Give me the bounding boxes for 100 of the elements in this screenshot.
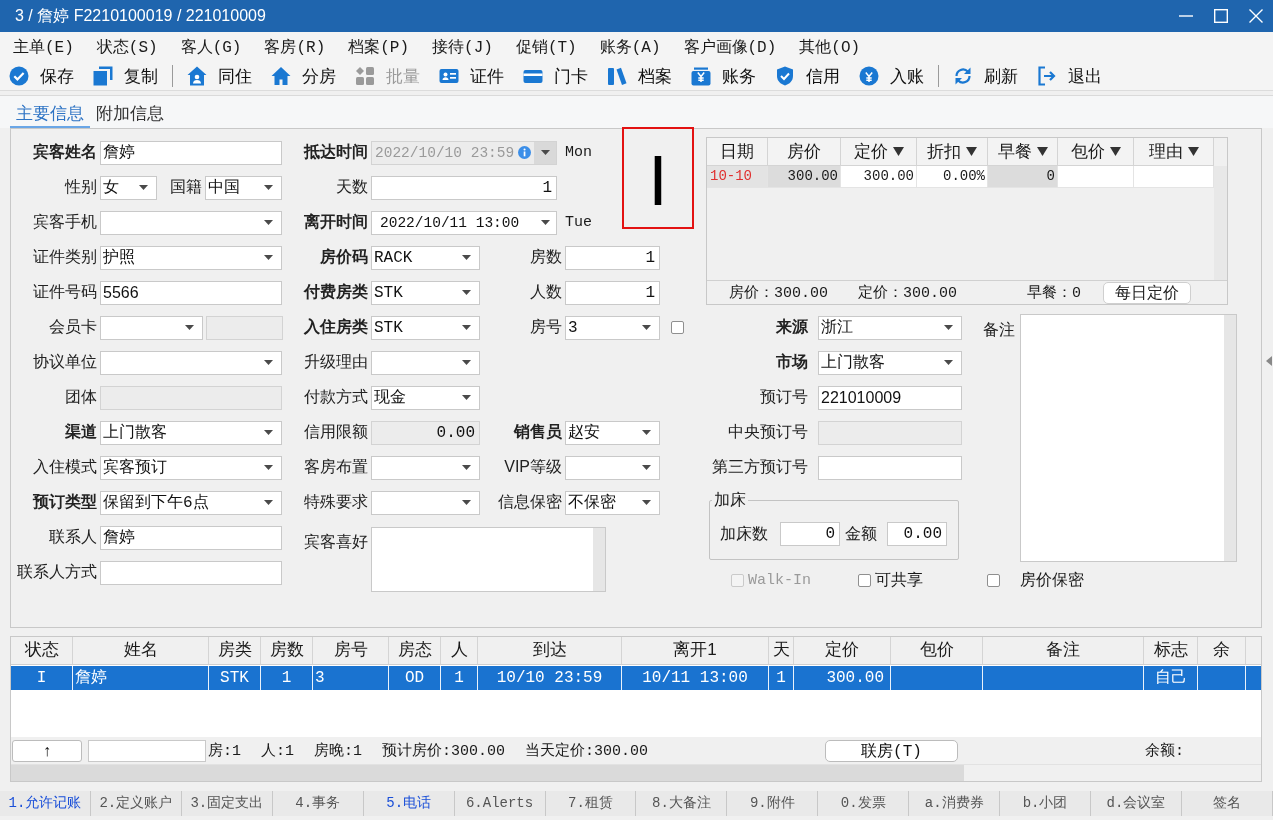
toolbar-button[interactable]: 证件 [439,64,504,88]
menu-item[interactable]: 账务(A) [599,36,661,58]
dropdown-field[interactable]: STK [371,280,480,305]
column-header[interactable]: 定价 [794,637,891,664]
dropdown-field[interactable]: 上门散客 [818,350,962,375]
dropdown-field[interactable]: 宾客预订 [100,455,282,480]
number-field[interactable]: 0 [780,522,840,546]
vertical-scrollbar[interactable] [1214,166,1227,280]
tab[interactable]: d.会议室 [1091,791,1182,816]
checkbox[interactable] [858,574,871,587]
text-field[interactable]: 5566 [100,280,282,305]
column-header[interactable]: 折扣 [927,140,977,163]
column-header[interactable]: 余 [1198,637,1246,664]
toolbar-button[interactable]: 入账 [859,64,924,88]
copy-icon[interactable] [93,66,113,86]
menu-item[interactable]: 档案(P) [348,36,410,58]
column-header[interactable]: 到达 [478,637,622,664]
menu-item[interactable]: 其他(O) [799,36,861,58]
text-field[interactable] [100,560,282,585]
dropdown-field[interactable]: 护照 [100,245,282,270]
column-header[interactable]: 人 [441,637,478,664]
maximize-icon[interactable] [1214,9,1228,23]
toolbar-button[interactable]: 分房 [271,64,336,88]
column-header[interactable]: 定价 [853,140,904,163]
toolbar-button[interactable]: 刷新 [953,64,1018,88]
column-header[interactable]: 房类 [209,637,261,664]
column-header[interactable]: 离开1 [622,637,769,664]
dropdown-field[interactable]: 浙江 [818,315,962,340]
text-field[interactable] [818,455,962,480]
tab[interactable]: 6.Alerts [454,791,546,816]
column-header[interactable]: 包价 [891,637,983,664]
dropdown-field[interactable]: 赵安 [565,420,660,445]
yen-circle-icon[interactable] [859,66,879,86]
column-header[interactable]: 天 [769,637,794,664]
filter-arrow-icon[interactable] [1036,147,1048,156]
toolbar-button[interactable]: 账务 [691,64,756,88]
check-circle-icon[interactable] [9,66,29,86]
toolbar-button[interactable]: 退出 [1037,64,1102,88]
column-header[interactable]: 房价 [787,140,821,163]
dropdown-field[interactable]: 中国 [205,175,282,200]
dropdown-field[interactable] [371,350,480,375]
toolbar-button[interactable]: 保存 [9,64,74,88]
column-header[interactable]: 标志 [1144,637,1198,664]
dropdown-field[interactable] [100,350,282,375]
input-field[interactable] [88,739,206,762]
tab[interactable]: 2.定义账户 [90,791,182,816]
column-header[interactable]: 房号 [313,637,389,664]
column-header[interactable]: 备注 [983,637,1144,664]
dropdown-field[interactable]: 保留到下午6点 [100,490,282,515]
link-rooms-button[interactable]: 联房(T) [825,739,958,762]
filter-arrow-icon[interactable] [1187,147,1199,156]
dropdown-field[interactable] [371,490,480,515]
house-person-icon[interactable] [187,66,207,86]
number-field[interactable]: 1 [565,245,660,270]
splitter-arrow-icon[interactable] [1266,356,1272,366]
tab[interactable]: 5.电话 [363,791,455,816]
filter-arrow-icon[interactable] [892,147,904,156]
menu-item[interactable]: 接待(J) [432,36,493,58]
dropdown-field[interactable]: 现金 [371,385,480,410]
column-header[interactable]: 房数 [261,637,313,664]
checkbox[interactable] [671,321,684,334]
number-field[interactable]: 1 [565,280,660,305]
filter-arrow-icon[interactable] [1109,147,1121,156]
tab[interactable]: 8.大备注 [636,791,728,816]
tab[interactable]: 附加信息 [90,101,170,128]
column-header[interactable]: 包价 [1070,140,1121,163]
filter-arrow-icon[interactable] [966,147,977,156]
column-header[interactable]: 日期 [720,140,754,163]
dropdown-field[interactable]: 上门散客 [100,420,282,445]
tab[interactable]: 1.允许记账 [0,791,91,816]
close-icon[interactable] [1249,9,1263,23]
dropdown-field[interactable] [100,210,282,235]
toolbar-button[interactable]: 同住 [187,64,252,88]
tab[interactable]: 签名 [1182,791,1273,816]
dropdown-field[interactable] [100,315,203,340]
menu-item[interactable]: 客人(G) [180,36,242,58]
text-field[interactable]: 詹婷 [100,140,282,165]
column-header[interactable]: 姓名 [73,637,209,664]
tab[interactable]: 0.发票 [818,791,910,816]
menu-item[interactable]: 状态(S) [96,36,158,58]
checkbox[interactable] [987,574,1000,587]
shield-check-icon[interactable] [775,66,795,86]
menu-item[interactable]: 主单(E) [13,36,74,58]
refresh-icon[interactable] [953,66,973,86]
date-time-field[interactable]: 2022/10/11 13:00 [371,210,557,235]
text-field[interactable]: 221010009 [818,385,962,410]
number-field[interactable]: 1 [371,175,557,200]
tab[interactable]: 3.固定支出 [181,791,273,816]
exit-icon[interactable] [1037,66,1057,86]
column-header[interactable]: 状态 [11,637,73,664]
tab[interactable]: b.小团 [1000,791,1092,816]
house-icon[interactable] [271,66,291,86]
scrollbar-thumb[interactable] [11,765,964,781]
toolbar-button[interactable]: 门卡 [523,64,588,88]
dropdown-field[interactable] [371,455,480,480]
horizontal-scrollbar[interactable] [11,764,1261,781]
dropdown-field[interactable]: 3 [565,315,660,340]
tab[interactable]: 9.附件 [727,791,819,816]
menu-item[interactable]: 客户画像(D) [683,36,777,58]
id-card-icon[interactable] [439,66,459,86]
